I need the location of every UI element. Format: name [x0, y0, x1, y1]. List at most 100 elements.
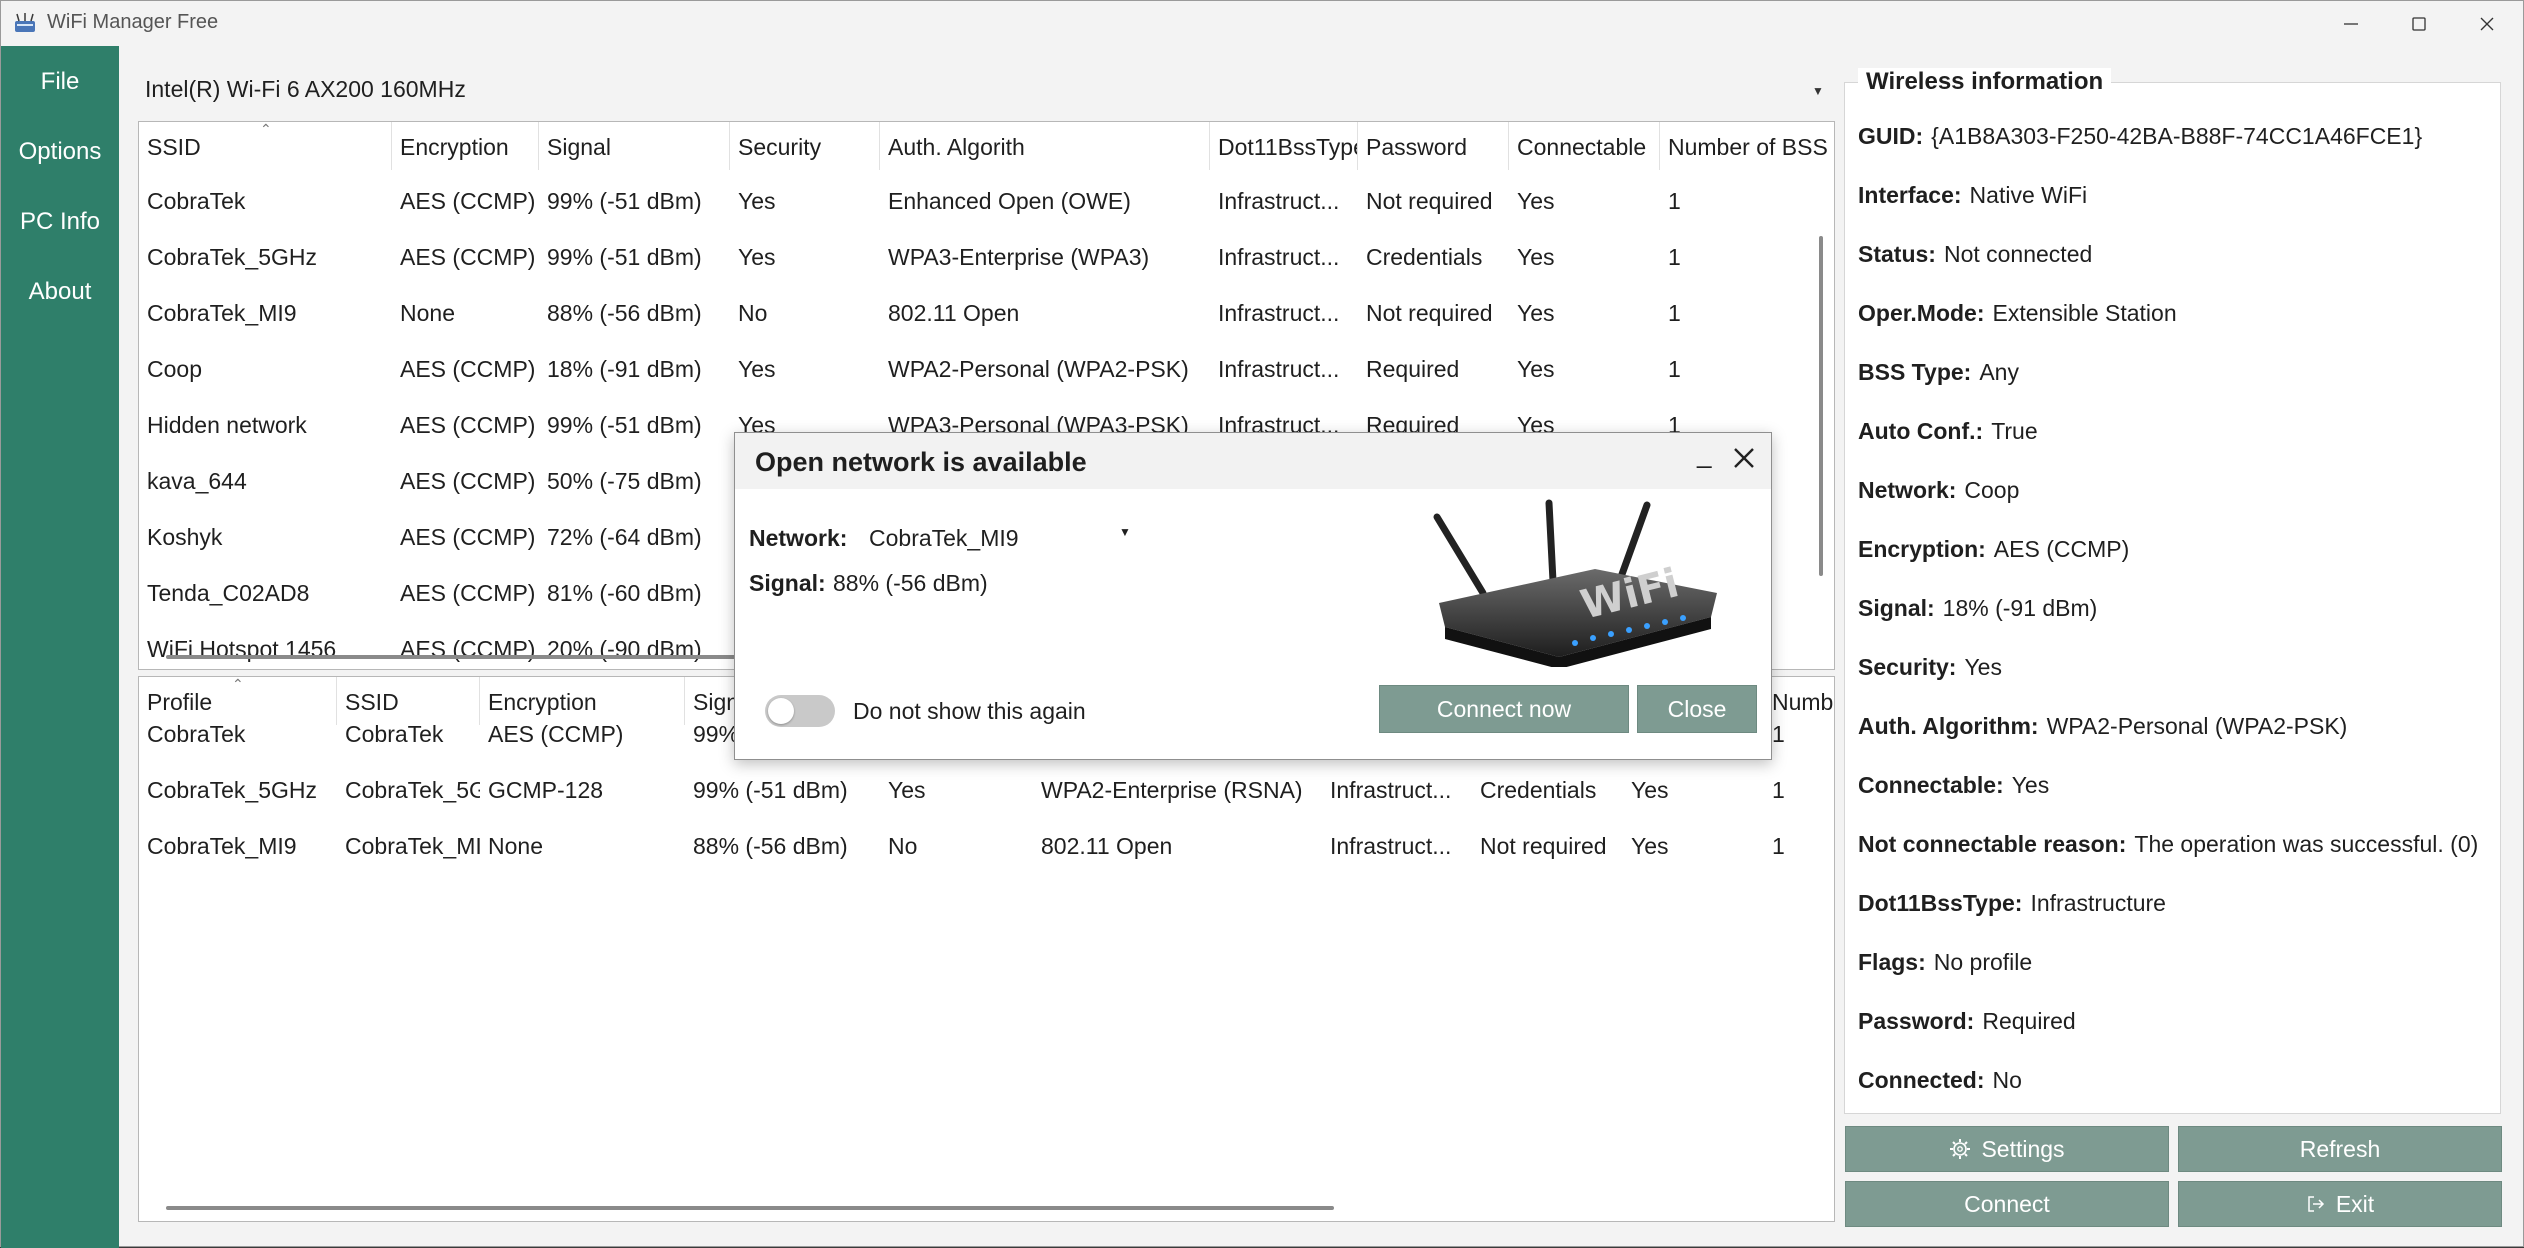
- info-label: Interface:: [1858, 182, 1962, 208]
- dialog-close-icon[interactable]: [1729, 443, 1759, 473]
- profile-cell: Yes: [1631, 833, 1669, 859]
- network-column-header[interactable]: Encryption: [392, 122, 539, 170]
- info-row: Security: Yes: [1858, 654, 2002, 681]
- settings-button-label: Settings: [1981, 1135, 2065, 1162]
- info-value: True: [1991, 418, 2038, 444]
- info-value: Extensible Station: [1992, 300, 2177, 326]
- profile-cell: CobraTek_5GHz: [345, 777, 480, 803]
- wifi-app-icon: [15, 13, 35, 32]
- info-label: Signal:: [1858, 595, 1935, 621]
- dialog-close-label: Close: [1667, 695, 1727, 722]
- network-cell: Infrastruct...: [1218, 244, 1340, 270]
- wifi-router-image: WiFi: [1433, 499, 1717, 667]
- do-not-show-label: Do not show this again: [853, 698, 1086, 724]
- sidebar-item-pc-info[interactable]: PC Info: [1, 208, 119, 236]
- sidebar: File Options PC Info About: [1, 46, 119, 1248]
- profile-cell: Not required: [1480, 833, 1607, 859]
- close-window-button[interactable]: [2453, 1, 2521, 46]
- network-column-header[interactable]: Dot11BssType: [1210, 122, 1358, 170]
- network-cell: Yes: [738, 244, 776, 270]
- network-row[interactable]: CobraTek_MI9 None 88% (-56 dBm) No 802.11 Op…: [139, 285, 1834, 341]
- profile-cell: Yes: [888, 777, 926, 803]
- network-cell: Not required: [1366, 188, 1493, 214]
- network-cell: 72% (-64 dBm): [547, 524, 702, 550]
- info-value: Not connected: [1943, 241, 2093, 267]
- profiles-horizontal-scrollbar[interactable]: [166, 1206, 1334, 1210]
- network-cell: AES (CCMP): [400, 412, 536, 438]
- network-cell: 1: [1668, 188, 1681, 214]
- info-label: Connectable:: [1858, 772, 2004, 798]
- window-title: WiFi Manager Free: [47, 11, 219, 33]
- info-value: Required: [1982, 1008, 2076, 1034]
- chevron-down-icon: ▼: [1812, 84, 1824, 98]
- settings-button[interactable]: Settings: [1845, 1126, 2169, 1172]
- exit-button[interactable]: Exit: [2178, 1181, 2502, 1227]
- minimize-button[interactable]: [2317, 1, 2385, 46]
- network-column-header[interactable]: Signal: [539, 122, 730, 170]
- network-select[interactable]: CobraTek_MI9 ▼: [867, 521, 1149, 557]
- network-cell: 18% (-91 dBm): [547, 356, 702, 382]
- maximize-icon: [2412, 16, 2426, 31]
- refresh-button[interactable]: Refresh: [2178, 1126, 2502, 1172]
- network-cell: Required: [1366, 356, 1460, 382]
- info-label: Password:: [1858, 1008, 1975, 1034]
- network-cell: AES (CCMP): [400, 356, 536, 382]
- info-label: Not connectable reason:: [1858, 831, 2127, 857]
- info-value: {A1B8A303-F250-42BA-B88F-74CC1A46FCE1}: [1931, 123, 2423, 149]
- network-cell: Tenda_C02AD8: [147, 580, 310, 606]
- sidebar-item-about[interactable]: About: [1, 278, 119, 306]
- sidebar-item-file[interactable]: File: [1, 68, 119, 96]
- info-label: Flags:: [1858, 949, 1926, 975]
- do-not-show-toggle[interactable]: [765, 695, 835, 727]
- info-label: Encryption:: [1858, 536, 1986, 562]
- sidebar-item-options[interactable]: Options: [1, 138, 119, 166]
- info-value: Native WiFi: [1969, 182, 2088, 208]
- wireless-info-title: Wireless information: [1858, 68, 2112, 96]
- connect-button[interactable]: Connect: [1845, 1181, 2169, 1227]
- network-row[interactable]: CobraTek_5GHz AES (CCMP) 99% (-51 dBm) Yes W…: [139, 229, 1834, 285]
- info-value: No: [1992, 1067, 2022, 1093]
- connect-now-button[interactable]: Connect now: [1379, 685, 1629, 733]
- info-label: BSS Type:: [1858, 359, 1972, 385]
- profile-row[interactable]: CobraTek_5GHz CobraTek_5GHz GCMP-128 99% (-…: [139, 762, 1834, 818]
- info-value: No profile: [1933, 949, 2033, 975]
- network-cell: 1: [1668, 300, 1681, 326]
- info-row: Interface: Native WiFi: [1858, 182, 2087, 209]
- network-cell: Yes: [738, 188, 776, 214]
- network-cell: 99% (-51 dBm): [547, 412, 702, 438]
- profile-cell: 1: [1772, 721, 1785, 747]
- dialog-title: Open network is available: [755, 447, 1087, 477]
- network-row[interactable]: CobraTek AES (CCMP) 99% (-51 dBm) Yes Enhanc…: [139, 173, 1834, 229]
- connect-now-label: Connect now: [1436, 695, 1572, 722]
- network-cell: 99% (-51 dBm): [547, 188, 702, 214]
- dialog-close-button[interactable]: Close: [1637, 685, 1757, 733]
- network-cell: CobraTek_MI9: [147, 300, 297, 326]
- profile-cell: 1: [1772, 833, 1785, 859]
- network-column-header[interactable]: Password: [1358, 122, 1509, 170]
- network-column-header[interactable]: Number of BSS: [1660, 122, 1834, 170]
- title-bar[interactable]: WiFi Manager Free: [1, 1, 2523, 46]
- info-label: Dot11BssType:: [1858, 890, 2023, 916]
- dialog-title-bar[interactable]: Open network is available _: [735, 433, 1771, 489]
- network-column-header[interactable]: Auth. Algorith: [880, 122, 1210, 170]
- exit-icon: [2308, 1196, 2324, 1212]
- dialog-minimize-button[interactable]: _: [1697, 439, 1711, 470]
- maximize-button[interactable]: [2385, 1, 2453, 46]
- network-cell: 50% (-75 dBm): [547, 468, 702, 494]
- network-column-header[interactable]: Connectable: [1509, 122, 1660, 170]
- network-column-header[interactable]: Security: [730, 122, 880, 170]
- network-row[interactable]: Coop AES (CCMP) 18% (-91 dBm) Yes WPA2-Perso…: [139, 341, 1834, 397]
- network-cell: kava_644: [147, 468, 247, 494]
- info-row: BSS Type: Any: [1858, 359, 2019, 386]
- info-row: Connectable: Yes: [1858, 772, 2049, 799]
- network-cell: CobraTek_5GHz: [147, 244, 318, 270]
- networks-vertical-scrollbar[interactable]: [1819, 236, 1823, 576]
- network-column-header[interactable]: SSID: [139, 122, 392, 170]
- profile-row[interactable]: CobraTek_MI9 CobraTek_MI9 None 88% (-56 dBm…: [139, 818, 1834, 874]
- info-label: Oper.Mode:: [1858, 300, 1985, 326]
- network-cell: 1: [1668, 244, 1681, 270]
- info-value: Infrastructure: [2030, 890, 2166, 916]
- network-cell: Yes: [738, 356, 776, 382]
- info-row: Password: Required: [1858, 1008, 2076, 1035]
- profile-cell: AES (CCMP): [488, 721, 624, 747]
